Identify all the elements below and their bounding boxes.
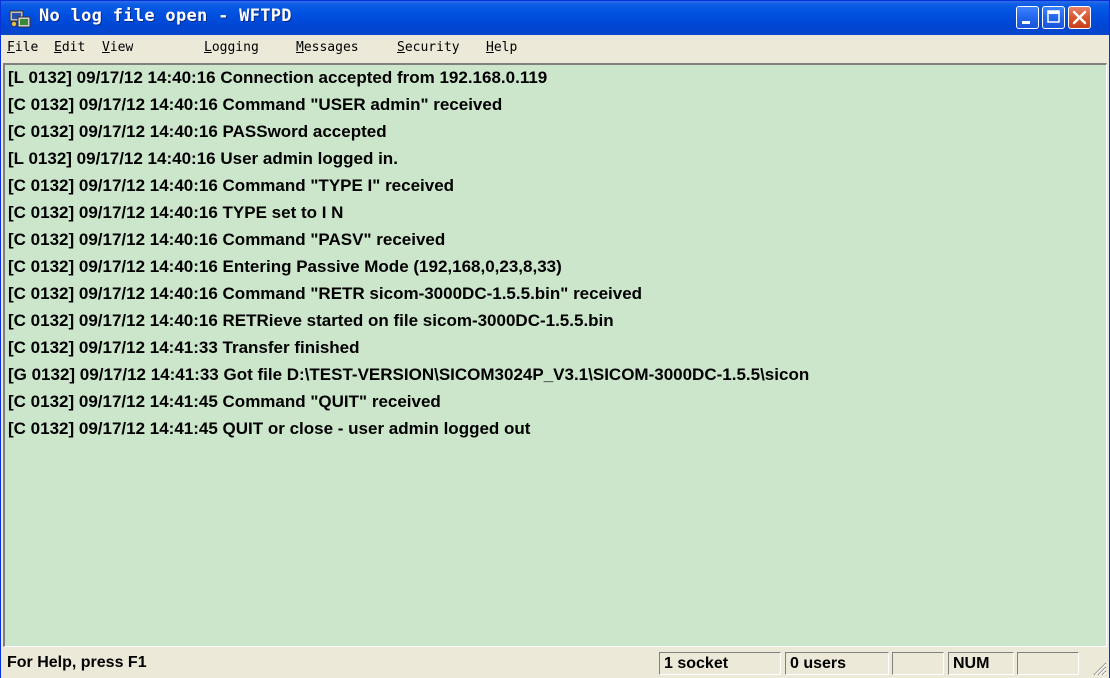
status-num-pane: NUM [948, 652, 1014, 675]
status-help-text: For Help, press F1 [7, 654, 147, 671]
status-num: NUM [953, 655, 990, 672]
resize-grip-icon[interactable] [1091, 660, 1107, 676]
log-line: [C 0132] 09/17/12 14:40:16 RETRieve star… [8, 311, 614, 330]
menu-messages-mnemonic: M [296, 40, 304, 55]
log-line: [C 0132] 09/17/12 14:40:16 PASSword acce… [8, 122, 387, 141]
menu-view-rest: iew [109, 40, 134, 55]
log-line: [C 0132] 09/17/12 14:40:16 Command "TYPE… [8, 176, 455, 195]
log-view[interactable]: [L 0132] 09/17/12 14:40:16 Connection ac… [3, 63, 1107, 647]
close-icon [1072, 10, 1087, 25]
log-line: [C 0132] 09/17/12 14:40:16 Entering Pass… [8, 257, 562, 276]
menu-security-rest: ecurity [404, 40, 460, 55]
log-line: [L 0132] 09/17/12 14:40:16 User admin lo… [8, 149, 398, 168]
menu-view-mnemonic: V [102, 40, 110, 55]
menu-view[interactable]: View [102, 40, 133, 55]
wftpd-app-icon[interactable] [9, 8, 31, 28]
menu-file-mnemonic: F [7, 40, 15, 55]
close-button[interactable] [1068, 6, 1091, 29]
menu-file[interactable]: File [7, 40, 38, 55]
menu-edit[interactable]: Edit [54, 40, 85, 55]
menu-messages[interactable]: Messages [296, 40, 359, 55]
status-users-pane: 0 users [785, 652, 889, 675]
minimize-icon [1022, 21, 1030, 24]
menu-logging-mnemonic: L [204, 40, 212, 55]
status-blank-pane-1 [892, 652, 944, 675]
status-bar: For Help, press F1 1 socket 0 users NUM [1, 649, 1109, 678]
log-line: [C 0132] 09/17/12 14:41:45 QUIT or close… [8, 419, 531, 438]
log-line: [C 0132] 09/17/12 14:41:45 Command "QUIT… [8, 392, 441, 411]
minimize-button[interactable] [1016, 6, 1039, 29]
status-sockets: 1 socket [664, 655, 729, 672]
menu-edit-rest: dit [61, 40, 86, 55]
status-blank-pane-2 [1017, 652, 1079, 675]
log-line: [C 0132] 09/17/12 14:40:16 TYPE set to I… [8, 203, 344, 222]
log-line: [G 0132] 09/17/12 14:41:33 Got file D:\T… [8, 365, 810, 384]
title-bar[interactable]: No log file open - WFTPD [1, 1, 1109, 35]
log-line: [C 0132] 09/17/12 14:40:16 Command "USER… [8, 95, 503, 114]
menu-help[interactable]: Help [486, 40, 517, 55]
maximize-icon [1047, 10, 1060, 23]
menu-messages-rest: essages [303, 40, 359, 55]
log-line: [C 0132] 09/17/12 14:40:16 Command "PASV… [8, 230, 446, 249]
menu-help-mnemonic: H [486, 40, 494, 55]
maximize-button[interactable] [1042, 6, 1065, 29]
status-users: 0 users [790, 655, 847, 672]
menu-security[interactable]: Security [397, 40, 460, 55]
menu-security-mnemonic: S [397, 40, 405, 55]
menu-logging-rest: ogging [211, 40, 259, 55]
window-title: No log file open - WFTPD [39, 6, 292, 26]
menu-help-rest: elp [493, 40, 518, 55]
log-line: [C 0132] 09/17/12 14:41:33 Transfer fini… [8, 338, 360, 357]
status-sockets-pane: 1 socket [659, 652, 781, 675]
log-line: [C 0132] 09/17/12 14:40:16 Command "RETR… [8, 284, 643, 303]
wftpd-window: No log file open - WFTPD File Edit View … [0, 0, 1110, 678]
menu-logging[interactable]: Logging [204, 40, 259, 55]
menu-file-rest: ile [14, 40, 39, 55]
log-line: [L 0132] 09/17/12 14:40:16 Connection ac… [8, 68, 548, 87]
menu-bar: File Edit View Logging Messages Security… [1, 35, 1109, 61]
menu-edit-mnemonic: E [54, 40, 62, 55]
